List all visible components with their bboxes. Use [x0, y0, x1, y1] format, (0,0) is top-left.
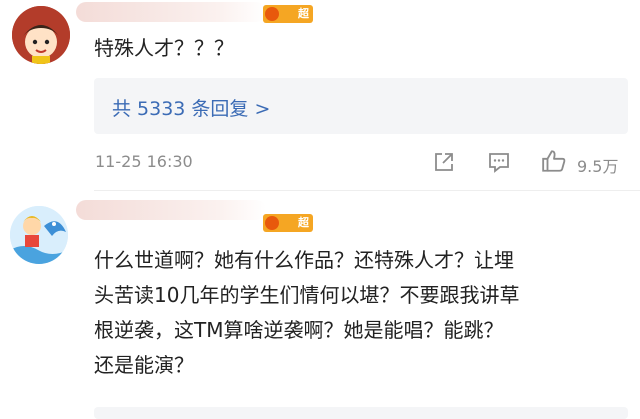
reply-summary-box[interactable] — [94, 407, 628, 419]
comment-text-line: 什么世道啊？她有什么作品？还特殊人才？让埋 — [94, 248, 514, 272]
comment-icon — [489, 153, 509, 173]
reply-summary-link[interactable]: 共 5333 条回复 > — [112, 94, 270, 121]
username-blurred[interactable] — [76, 2, 266, 22]
avatar[interactable] — [10, 206, 68, 264]
comment-timestamp: 11-25 16:30 — [95, 152, 193, 171]
vip-badge: 超 — [263, 214, 313, 232]
avatar[interactable] — [12, 6, 70, 64]
vip-badge-label: 超 — [298, 216, 309, 229]
share-icon — [435, 153, 453, 171]
like-icon — [542, 150, 566, 172]
comment-item: 超 特殊人才？？？ 共 5333 条回复 > 11-25 16:30 9.5万 — [0, 0, 640, 192]
like-button[interactable] — [541, 148, 569, 176]
username-blurred[interactable] — [76, 200, 266, 220]
vip-badge: 超 — [263, 5, 313, 23]
comment-text-line: 还是能演？ — [94, 353, 194, 377]
comment-text-line: 头苦读10几年的学生们情何以堪？不要跟我讲草 — [94, 283, 520, 307]
divider — [94, 190, 640, 191]
vip-badge-label: 超 — [298, 7, 309, 20]
reply-summary-box[interactable]: 共 5333 条回复 > — [94, 78, 628, 134]
avatar-image — [12, 6, 70, 64]
comment-text-line: 根逆袭，这TM算啥逆袭啊？她是能唱？能跳？ — [94, 318, 504, 342]
comment-text: 特殊人才？？？ — [94, 36, 234, 60]
like-count: 9.5万 — [577, 157, 619, 176]
share-button[interactable] — [432, 150, 458, 176]
avatar-image — [10, 206, 68, 264]
comment-item: 超 什么世道啊？她有什么作品？还特殊人才？让埋 头苦读10几年的学生们情何以堪？… — [0, 192, 640, 419]
reply-button[interactable] — [487, 150, 513, 176]
